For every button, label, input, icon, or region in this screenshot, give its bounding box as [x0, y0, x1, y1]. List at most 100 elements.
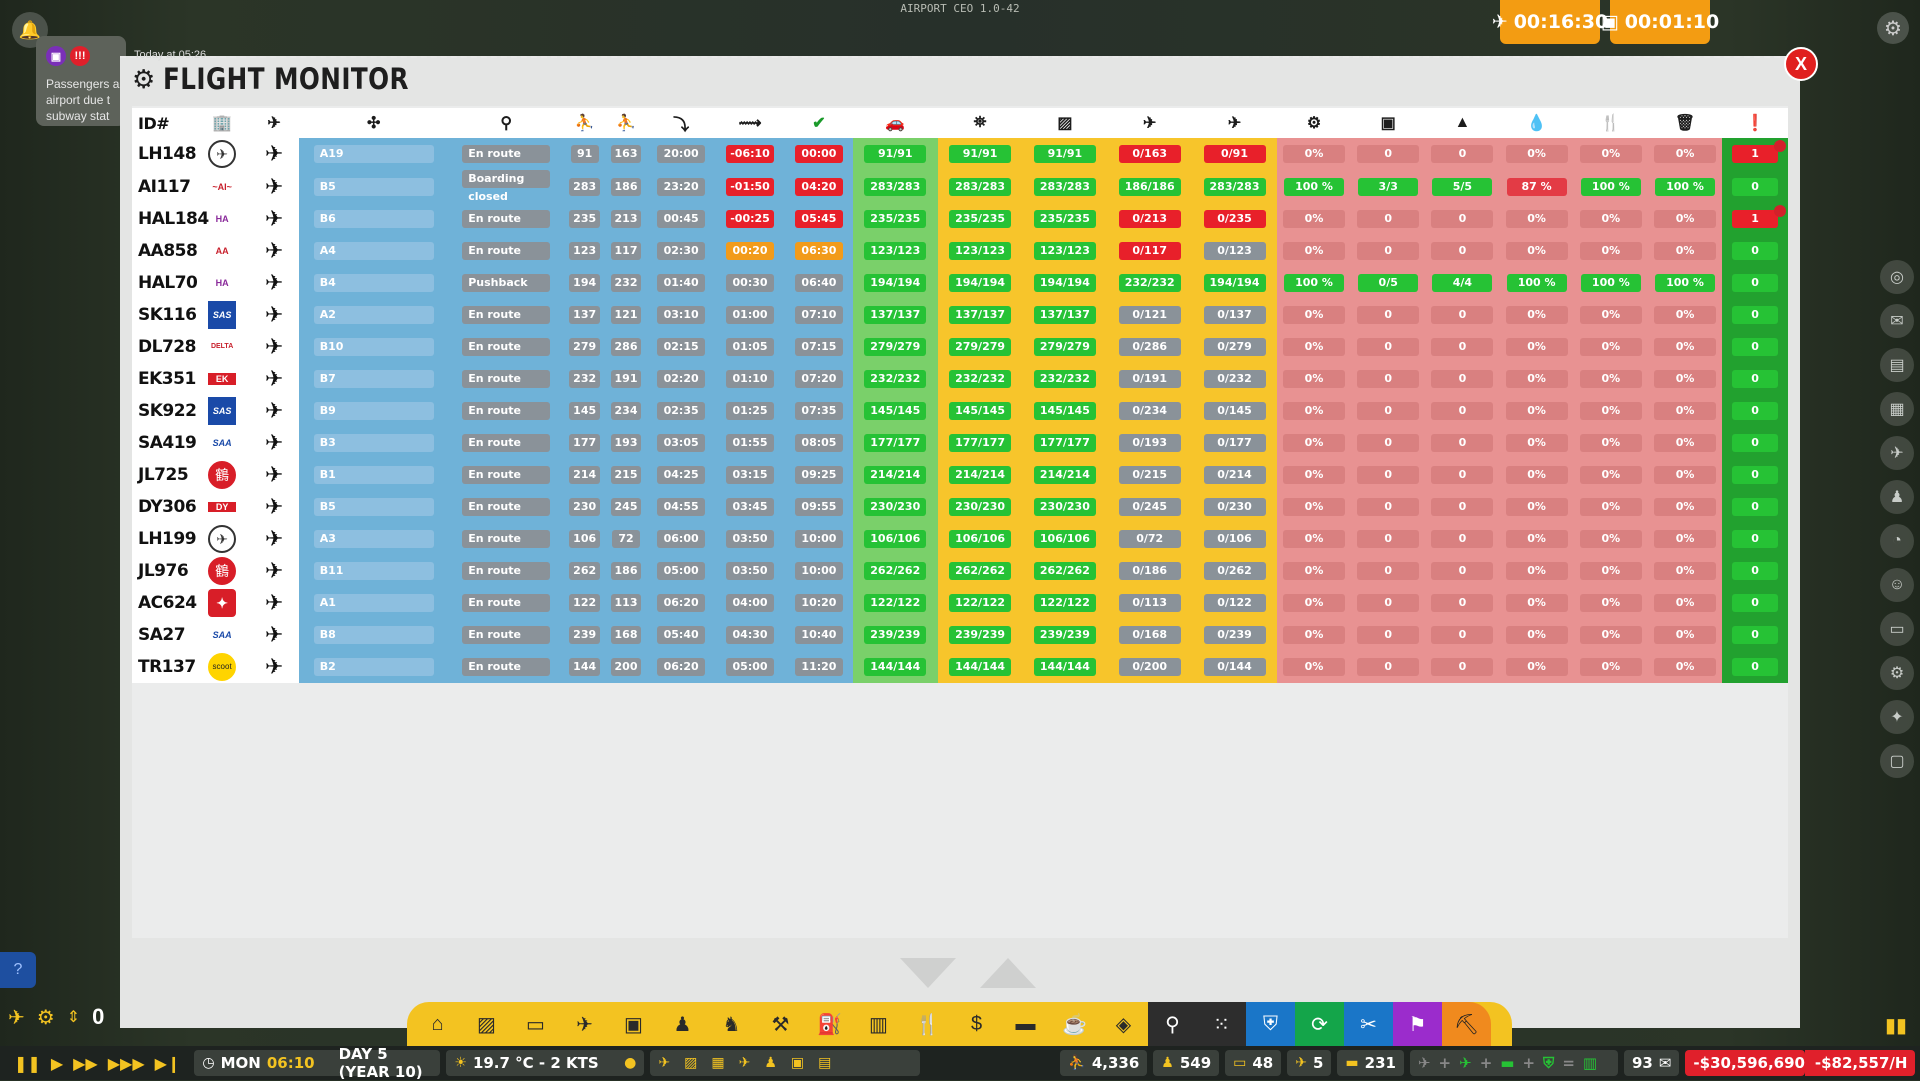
infrastructure-icon[interactable]: ▥ [854, 1002, 903, 1046]
bell-side-icon[interactable]: ◔ [1880, 524, 1914, 558]
checked-in-icon[interactable]: ⛯ [937, 108, 1023, 138]
map-icon[interactable]: ✦ [1880, 700, 1914, 734]
refresh-icon[interactable]: ⟳ [1295, 1002, 1344, 1046]
cleaning-icon[interactable]: 🗑 [1647, 108, 1723, 138]
flight-id[interactable]: EK351 [132, 363, 196, 395]
alert-cell[interactable]: 1 [1722, 138, 1788, 170]
play-icon[interactable]: ▶ [51, 1054, 63, 1073]
table-row[interactable]: SK922 SAS ✈ B9 En route 145 234 02:35 01… [132, 395, 1788, 427]
flight-id[interactable]: HAL184 [132, 203, 209, 235]
date-time-display[interactable]: ◷ MON 06:10 DAY 5 (YEAR 10) [194, 1045, 441, 1081]
airline-icon[interactable]: 🏢 [195, 108, 249, 138]
status-icon[interactable]: ⚲ [447, 108, 565, 138]
flight-id[interactable]: AC624 [132, 587, 197, 619]
flight-id[interactable]: AI117 [132, 170, 196, 203]
table-row[interactable]: AC624 ✦ ✈ A1 En route 122 113 06:20 04:0… [132, 587, 1788, 619]
flight-id[interactable]: TR137 [132, 651, 196, 683]
maintenance-icon[interactable]: ⚙ [1276, 108, 1352, 138]
runway-icon[interactable]: ▨ [462, 1002, 511, 1046]
flight-id[interactable]: DY306 [132, 491, 197, 523]
flight-id[interactable]: SK922 [132, 395, 197, 427]
settings-gear-icon[interactable]: ⚙ [1877, 12, 1909, 44]
alert-cell[interactable]: 0 [1722, 395, 1788, 427]
ats-icon[interactable]: ✂ [1344, 1002, 1393, 1046]
alert-cell[interactable]: 0 [1722, 555, 1788, 587]
car-side-icon[interactable]: ▭ [1880, 612, 1914, 646]
table-row[interactable]: DY306 DY ✈ B5 En route 230 245 04:55 03:… [132, 491, 1788, 523]
baggage-icon[interactable]: ▣ [1351, 108, 1426, 138]
alert-cell[interactable]: 0 [1722, 523, 1788, 555]
gate-cell[interactable]: A2 [299, 299, 448, 331]
aircraft-icon[interactable]: ✈ [560, 1002, 609, 1046]
security-shield-icon[interactable]: ⛨ [1246, 1002, 1295, 1046]
gate-icon[interactable]: ✣ [299, 108, 448, 138]
alert-cell[interactable]: 0 [1722, 267, 1788, 299]
cargo-icon[interactable]: ◈ [1099, 1002, 1148, 1046]
terminal-green-icon[interactable]: ▥ [1583, 1054, 1597, 1072]
baggage-icon[interactable]: ▣ [609, 1002, 658, 1046]
alert-header-icon[interactable]: ❗ [1722, 108, 1788, 138]
gate-cell[interactable]: A4 [299, 235, 448, 267]
departure-arrival-icon[interactable]: ⟿ [715, 108, 786, 138]
alert-cell[interactable]: 0 [1722, 651, 1788, 683]
alert-cell[interactable]: 0 [1722, 363, 1788, 395]
help-button[interactable]: ? [0, 952, 36, 988]
cleaning-icon[interactable]: ⚒ [756, 1002, 805, 1046]
gate-cell[interactable]: B10 [299, 331, 448, 363]
alert-cell[interactable]: 0 [1722, 170, 1788, 203]
table-row[interactable]: AI117 ~AI~ ✈ B5 Boarding closed 283 186 … [132, 170, 1788, 203]
airplane-side-icon[interactable]: ✈ [1880, 436, 1914, 470]
terminal-icon[interactable]: ⌂ [413, 1002, 462, 1046]
flight-id[interactable]: LH199 [132, 523, 197, 555]
flight-id[interactable]: DL728 [132, 331, 196, 363]
deplaned-icon[interactable]: ✈ [1192, 108, 1277, 138]
alert-cell[interactable]: 0 [1722, 331, 1788, 363]
money-display[interactable]: -$30,596,690 [1685, 1050, 1806, 1076]
table-row[interactable]: HAL184 HA ✈ B6 En route 235 213 00:45 -0… [132, 203, 1788, 235]
close-button[interactable]: X [1784, 47, 1818, 81]
shield-green-icon[interactable]: ⛨ [1543, 1054, 1554, 1072]
skip-icon[interactable]: ▶❙ [155, 1054, 181, 1073]
plane-green-icon[interactable]: ✈ [1459, 1054, 1472, 1072]
excavator-icon[interactable]: ⛏ [1442, 1002, 1491, 1046]
vehicle-icon[interactable]: ▭ [511, 1002, 560, 1046]
gate-cell[interactable]: B11 [299, 555, 448, 587]
passenger-count[interactable]: ⛹ 4,336 [1060, 1050, 1148, 1076]
staff-count[interactable]: ♟ 549 [1153, 1050, 1220, 1076]
gate-cell[interactable]: A1 [299, 587, 448, 619]
table-row[interactable]: EK351 EK ✈ B7 En route 232 191 02:20 01:… [132, 363, 1788, 395]
vehicle-count[interactable]: ▭ 48 [1225, 1050, 1282, 1076]
runway-status-icon[interactable]: ✈ [658, 1055, 670, 1071]
fuel-icon[interactable]: 💧 [1499, 108, 1574, 138]
income-rate[interactable]: -$82,557/H [1805, 1050, 1916, 1076]
gate-cell[interactable]: B2 [299, 651, 448, 683]
clock-timer[interactable]: ▣ 00:01:10 [1601, 0, 1719, 44]
alert-cell[interactable]: 1 [1722, 203, 1788, 235]
table-row[interactable]: JL725 鶴 ✈ B1 En route 214 215 04:25 03:1… [132, 459, 1788, 491]
manage-icon[interactable]: ⚑ [1393, 1002, 1442, 1046]
table-row[interactable]: TR137 scoot ✈ B2 En route 144 200 06:20 … [132, 651, 1788, 683]
table-row[interactable]: AA858 AA ✈ A4 En route 123 117 02:30 00:… [132, 235, 1788, 267]
table-row[interactable]: DL728 DELTA ✈ B10 En route 279 286 02:15… [132, 331, 1788, 363]
alert-cell[interactable]: 0 [1722, 459, 1788, 491]
gate-cell[interactable]: B7 [299, 363, 448, 395]
departure-time-icon[interactable]: ✔ [785, 108, 853, 138]
flight-id[interactable]: SA27 [132, 619, 196, 651]
car-count[interactable]: ▬ 231 [1337, 1050, 1404, 1076]
flight-id[interactable]: SK116 [132, 299, 197, 331]
mail-count[interactable]: 93 ✉ [1623, 1050, 1680, 1076]
cargo-status-icon[interactable]: ▤ [818, 1055, 831, 1071]
pax-out-icon[interactable]: ⛹ [604, 108, 648, 138]
table-row[interactable]: SA27 SAA ✈ B8 En route 239 168 05:40 04:… [132, 619, 1788, 651]
chart-icon[interactable]: ▦ [1880, 392, 1914, 426]
catering-icon[interactable]: 🍴 [1573, 108, 1648, 138]
gate-cell[interactable]: B8 [299, 619, 448, 651]
gear-side-icon[interactable]: ⚙ [1880, 656, 1914, 690]
gate-cell[interactable]: B5 [299, 170, 448, 203]
table-row[interactable]: LH148 ✈ ✈ A19 En route 91 163 20:00 -06:… [132, 138, 1788, 170]
security-status-icon[interactable]: ▨ [684, 1055, 697, 1071]
aircraft-status-icon[interactable]: ✈ [739, 1055, 751, 1071]
flight-id[interactable]: JL976 [132, 555, 196, 587]
scroll-down-arrow[interactable] [900, 958, 956, 988]
fast-forward-icon[interactable]: ▶▶ [73, 1054, 98, 1073]
